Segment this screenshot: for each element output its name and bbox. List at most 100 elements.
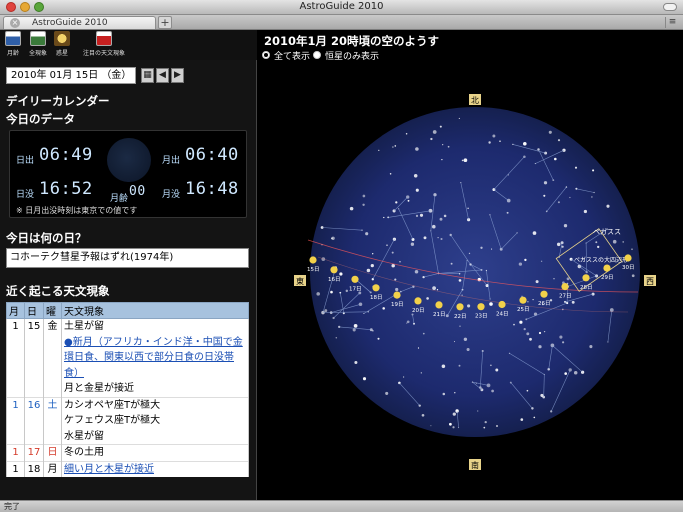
tab-close-icon[interactable]: × bbox=[10, 18, 20, 28]
moon-date-label: 30日 bbox=[622, 264, 635, 271]
event-text: 月と金星が接近 bbox=[61, 381, 249, 397]
event-day: 16 bbox=[24, 396, 44, 413]
new-tab-button[interactable]: + bbox=[158, 16, 172, 29]
table-row: ●新月（アフリカ・インド洋・中国で金環日食、関東以西で部分日食の日没帯食） bbox=[6, 334, 249, 381]
event-day bbox=[24, 381, 44, 397]
sky-map[interactable]: ペガススの大四辺形 ペガスス 15日 16日 17日 18日 19日 20日 21日 22日 2… bbox=[258, 62, 683, 500]
col-month: 月 bbox=[6, 302, 25, 319]
event-month: 1 bbox=[6, 318, 25, 335]
col-day: 日 bbox=[24, 302, 44, 319]
table-row: 1 15 金土星が留 bbox=[6, 318, 249, 335]
window-titlebar: AstroGuide 2010 bbox=[0, 0, 683, 15]
stars-only-radio[interactable] bbox=[313, 51, 321, 59]
moon-date-label: 21日 bbox=[433, 311, 446, 318]
event-weekday: 日 bbox=[43, 444, 62, 461]
event-text[interactable]: ●新月（アフリカ・インド洋・中国で金環日食、関東以西で部分日食の日没帯食） bbox=[61, 334, 249, 381]
toolbar-featured-label: 注目の天文現象 bbox=[82, 50, 125, 57]
date-field[interactable]: 2010年 01月 15日 （金） bbox=[6, 67, 136, 84]
pegasus-label: ペガスス bbox=[593, 227, 621, 236]
pegasus-square-label: ペガススの大四辺形 bbox=[574, 256, 628, 264]
moon-phase-icon bbox=[107, 138, 151, 182]
trivia-text: コホーテク彗星予報はずれ(1974年) bbox=[6, 248, 249, 268]
status-bar: 完了 bbox=[0, 500, 683, 512]
moon-marker bbox=[498, 300, 506, 309]
moon-marker bbox=[561, 283, 569, 291]
toolbar-allevents-button[interactable]: 全現象 bbox=[27, 31, 49, 59]
moon-marker bbox=[351, 275, 359, 283]
events-table: 月 日 曜 天文現象 1 15 金土星が留 ●新月（アフリカ・インド洋・中国で金環日食… bbox=[6, 302, 249, 477]
north-label: 北 bbox=[471, 96, 479, 105]
daily-calendar-heading: デイリーカレンダー bbox=[6, 94, 110, 108]
event-text[interactable]: 細い月と木星が接近 bbox=[61, 460, 249, 477]
moon-marker bbox=[435, 301, 443, 309]
toolbar-allevents-label: 全現象 bbox=[28, 50, 47, 57]
toolbar-planets-label: 惑星 bbox=[55, 50, 68, 57]
west-label: 西 bbox=[646, 277, 654, 286]
moon-date-label: 18日 bbox=[370, 294, 383, 301]
col-event: 天文現象 bbox=[61, 302, 249, 319]
moon-date-label: 26日 bbox=[538, 300, 551, 307]
toolbar-planets-button[interactable]: 惑星 bbox=[53, 31, 71, 59]
event-text: 水星が留 bbox=[61, 428, 249, 445]
moon-marker bbox=[582, 274, 590, 282]
calendar-icon bbox=[5, 31, 21, 46]
sky-panel: 2010年1月 20時頃の空のようす 全て表示 恒星のみ表示 ペガススの大四辺形… bbox=[258, 30, 683, 500]
sunset-time: 16:52 bbox=[39, 179, 93, 199]
alert-icon bbox=[96, 31, 112, 46]
event-day bbox=[24, 428, 44, 445]
calendar-icon bbox=[30, 31, 46, 46]
event-text: 冬の土用 bbox=[61, 444, 249, 461]
moon-marker bbox=[309, 256, 317, 264]
moon-date-label: 27日 bbox=[559, 293, 572, 300]
event-weekday: 金 bbox=[43, 318, 62, 335]
table-row: 1 18 月細い月と木星が接近 bbox=[6, 460, 249, 477]
moon-date-label: 25日 bbox=[517, 306, 530, 313]
moon-date-label: 15日 bbox=[307, 266, 320, 273]
show-all-label: 全て表示 bbox=[274, 52, 311, 62]
moon-marker bbox=[519, 296, 527, 304]
toolbar-toggle-button[interactable] bbox=[663, 3, 677, 11]
toolbar-moonage-button[interactable]: 月齢 bbox=[3, 31, 23, 59]
trivia-heading: 今日は何の日？ bbox=[6, 231, 87, 245]
event-weekday bbox=[43, 413, 62, 429]
moon-date-label: 28日 bbox=[580, 284, 593, 291]
left-panel: 月齢 全現象 惑星 注目の天文現象 2010年 01月 15日 （金） ▦ ◀ … bbox=[0, 30, 257, 500]
moon-date-label: 20日 bbox=[412, 307, 425, 314]
prev-day-icon[interactable]: ◀ bbox=[156, 68, 169, 83]
table-row: 月と金星が接近 bbox=[6, 381, 249, 397]
tab-astroguide[interactable]: × AstroGuide 2010 bbox=[3, 16, 156, 29]
tab-overflow-menu-icon[interactable]: ≡ bbox=[665, 17, 679, 28]
moon-marker bbox=[456, 303, 464, 311]
sunrise-time: 06:49 bbox=[39, 145, 93, 165]
event-text: カシオペヤ座Tが極大 bbox=[61, 396, 249, 413]
moonset-label: 月没 bbox=[162, 190, 181, 200]
col-weekday: 曜 bbox=[43, 302, 62, 319]
event-weekday: 土 bbox=[43, 396, 62, 413]
moon-marker bbox=[414, 297, 422, 305]
table-row: 1 16 土カシオペヤ座Tが極大 bbox=[6, 396, 249, 413]
event-day: 15 bbox=[24, 318, 44, 335]
event-month: 1 bbox=[6, 396, 25, 413]
event-text: ケフェウス座Tが極大 bbox=[61, 413, 249, 429]
moon-date-label: 17日 bbox=[349, 285, 362, 292]
toolbar-featured-button[interactable]: 注目の天文現象 bbox=[75, 31, 133, 59]
toolbar-moonage-label: 月齢 bbox=[6, 50, 19, 57]
moon-date-label: 29日 bbox=[601, 274, 614, 281]
show-all-radio[interactable] bbox=[262, 51, 270, 59]
calendar-picker-icon[interactable]: ▦ bbox=[141, 68, 154, 83]
sky-title: 2010年1月 20時頃の空のようす bbox=[264, 34, 440, 48]
event-weekday bbox=[43, 428, 62, 445]
event-month bbox=[6, 428, 25, 445]
table-row: ケフェウス座Tが極大 bbox=[6, 413, 249, 429]
moon-date-label: 23日 bbox=[475, 313, 488, 320]
event-day: 18 bbox=[24, 460, 44, 477]
window-title: AstroGuide 2010 bbox=[299, 1, 384, 12]
moon-date-label: 19日 bbox=[391, 301, 404, 308]
next-day-icon[interactable]: ▶ bbox=[171, 68, 184, 83]
today-data-panel: 日出 06:49 月出 06:40 日没 16:52 月齢 00 月没 16:4… bbox=[9, 130, 247, 218]
moon-marker bbox=[540, 290, 548, 298]
sunrise-label: 日出 bbox=[16, 156, 35, 166]
moon-marker bbox=[624, 254, 632, 262]
moon-age-value: 00 bbox=[129, 184, 146, 199]
event-weekday bbox=[43, 381, 62, 397]
